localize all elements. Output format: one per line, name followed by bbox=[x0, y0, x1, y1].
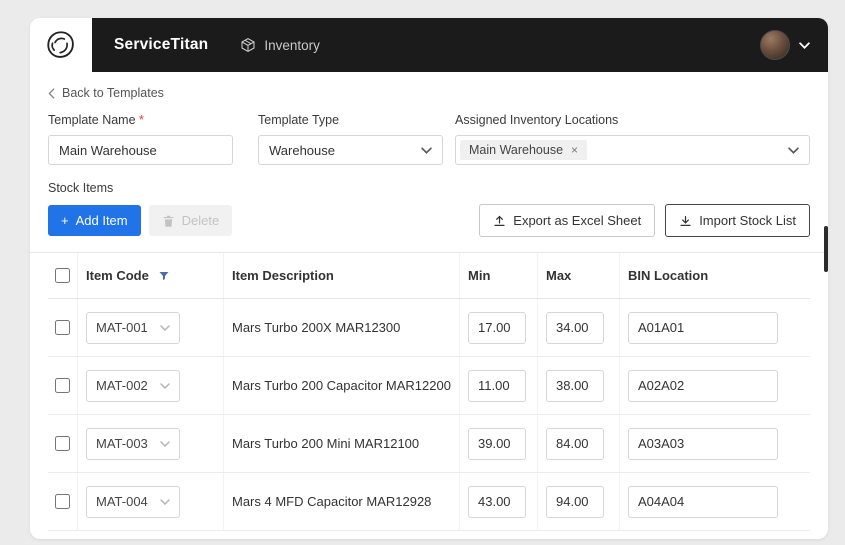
table-row: MAT-001 Mars Turbo 200X MAR12300 bbox=[48, 299, 810, 357]
stock-table-header: Item Code Item Description Min Max BIN L… bbox=[48, 253, 810, 299]
page-content: Back to Templates Template Name * Templa… bbox=[30, 72, 828, 531]
user-menu[interactable] bbox=[760, 30, 810, 60]
item-code-select[interactable]: MAT-003 bbox=[86, 427, 180, 460]
min-input[interactable] bbox=[468, 427, 526, 460]
top-navbar: ServiceTitan Inventory bbox=[30, 18, 828, 72]
col-bin-location: BIN Location bbox=[628, 268, 709, 283]
item-code-select[interactable]: MAT-004 bbox=[86, 485, 180, 518]
chevron-down-icon bbox=[160, 382, 170, 389]
col-max: Max bbox=[546, 268, 572, 283]
max-input[interactable] bbox=[546, 427, 604, 460]
max-input[interactable] bbox=[546, 369, 604, 402]
delete-button[interactable]: Delete bbox=[148, 205, 233, 236]
bin-location-input[interactable] bbox=[628, 485, 778, 518]
servicetitan-logo[interactable] bbox=[30, 18, 92, 72]
select-all-checkbox[interactable] bbox=[55, 268, 70, 283]
template-name-input[interactable] bbox=[48, 135, 233, 165]
item-description: Mars Turbo 200 Mini MAR12100 bbox=[224, 415, 460, 472]
import-label: Import Stock List bbox=[699, 213, 796, 228]
location-tag: Main Warehouse × bbox=[460, 140, 588, 160]
table-row: MAT-004 Mars 4 MFD Capacitor MAR12928 bbox=[48, 473, 810, 531]
template-type-label: Template Type bbox=[258, 113, 340, 127]
add-item-label: Add Item bbox=[75, 213, 128, 228]
filter-icon[interactable] bbox=[158, 270, 170, 282]
required-asterisk: * bbox=[139, 113, 144, 127]
nav-item-label: Inventory bbox=[264, 37, 320, 53]
min-input[interactable] bbox=[468, 311, 526, 344]
header-bar: ServiceTitan Inventory bbox=[92, 18, 828, 72]
item-code-select[interactable]: MAT-002 bbox=[86, 369, 180, 402]
back-link-label: Back to Templates bbox=[62, 86, 164, 100]
item-description: Mars Turbo 200 Capacitor MAR12200 bbox=[224, 357, 460, 414]
import-icon bbox=[680, 215, 691, 226]
chevron-down-icon bbox=[160, 498, 170, 505]
chevron-down-icon bbox=[160, 440, 170, 447]
item-code-select[interactable]: MAT-001 bbox=[86, 311, 180, 344]
export-icon bbox=[494, 215, 505, 226]
assigned-locations-label: Assigned Inventory Locations bbox=[455, 113, 619, 127]
row-checkbox[interactable] bbox=[55, 378, 70, 393]
item-code-value: MAT-001 bbox=[96, 320, 148, 335]
row-checkbox[interactable] bbox=[55, 320, 70, 335]
template-name-label: Template Name * bbox=[48, 113, 233, 127]
min-input[interactable] bbox=[468, 485, 526, 518]
package-icon bbox=[241, 38, 255, 52]
lion-logo-icon bbox=[47, 31, 74, 58]
chevron-down-icon bbox=[160, 324, 170, 331]
item-code-value: MAT-004 bbox=[96, 494, 148, 509]
nav-item-inventory[interactable]: Inventory bbox=[240, 37, 320, 53]
chevron-left-icon bbox=[48, 87, 55, 99]
trash-icon bbox=[163, 215, 173, 227]
app-window: ServiceTitan Inventory Back to Templates… bbox=[30, 18, 828, 539]
user-avatar bbox=[760, 30, 790, 60]
table-row: MAT-002 Mars Turbo 200 Capacitor MAR1220… bbox=[48, 357, 810, 415]
brand-name: ServiceTitan bbox=[114, 36, 209, 53]
max-input[interactable] bbox=[546, 485, 604, 518]
template-form: Template Name * Template Type Warehouse … bbox=[48, 113, 810, 165]
import-stock-button[interactable]: Import Stock List bbox=[665, 204, 810, 237]
chevron-down-icon bbox=[421, 146, 432, 154]
min-input[interactable] bbox=[468, 369, 526, 402]
col-item-code: Item Code bbox=[86, 268, 149, 283]
item-description: Mars Turbo 200X MAR12300 bbox=[224, 299, 460, 356]
item-description: Mars 4 MFD Capacitor MAR12928 bbox=[224, 473, 460, 530]
bin-location-input[interactable] bbox=[628, 369, 778, 402]
delete-label: Delete bbox=[181, 213, 220, 228]
remove-tag-icon[interactable]: × bbox=[571, 144, 578, 156]
stock-actions-toolbar: + Add Item Delete Export as Excel Sheet bbox=[48, 204, 810, 237]
plus-icon: + bbox=[61, 213, 69, 228]
chevron-down-icon bbox=[799, 41, 810, 49]
item-code-value: MAT-002 bbox=[96, 378, 148, 393]
back-to-templates-link[interactable]: Back to Templates bbox=[48, 86, 164, 100]
bin-location-input[interactable] bbox=[628, 427, 778, 460]
row-checkbox[interactable] bbox=[55, 494, 70, 509]
export-excel-button[interactable]: Export as Excel Sheet bbox=[479, 204, 656, 237]
scrollbar-thumb[interactable] bbox=[824, 226, 828, 272]
col-item-description: Item Description bbox=[232, 268, 334, 283]
max-input[interactable] bbox=[546, 311, 604, 344]
import-export-group: Export as Excel Sheet Import Stock List bbox=[479, 204, 810, 237]
add-item-button[interactable]: + Add Item bbox=[48, 205, 141, 236]
location-tag-label: Main Warehouse bbox=[469, 143, 564, 157]
item-code-value: MAT-003 bbox=[96, 436, 148, 451]
assigned-locations-multiselect[interactable]: Main Warehouse × bbox=[455, 135, 810, 165]
template-type-select[interactable]: Warehouse bbox=[258, 135, 443, 165]
table-row: MAT-003 Mars Turbo 200 Mini MAR12100 bbox=[48, 415, 810, 473]
export-label: Export as Excel Sheet bbox=[513, 213, 642, 228]
col-min: Min bbox=[468, 268, 491, 283]
template-name-label-text: Template Name bbox=[48, 113, 136, 127]
stock-items-heading: Stock Items bbox=[48, 181, 114, 195]
bin-location-input[interactable] bbox=[628, 311, 778, 344]
row-checkbox[interactable] bbox=[55, 436, 70, 451]
chevron-down-icon bbox=[788, 147, 799, 154]
template-type-value: Warehouse bbox=[269, 142, 335, 158]
